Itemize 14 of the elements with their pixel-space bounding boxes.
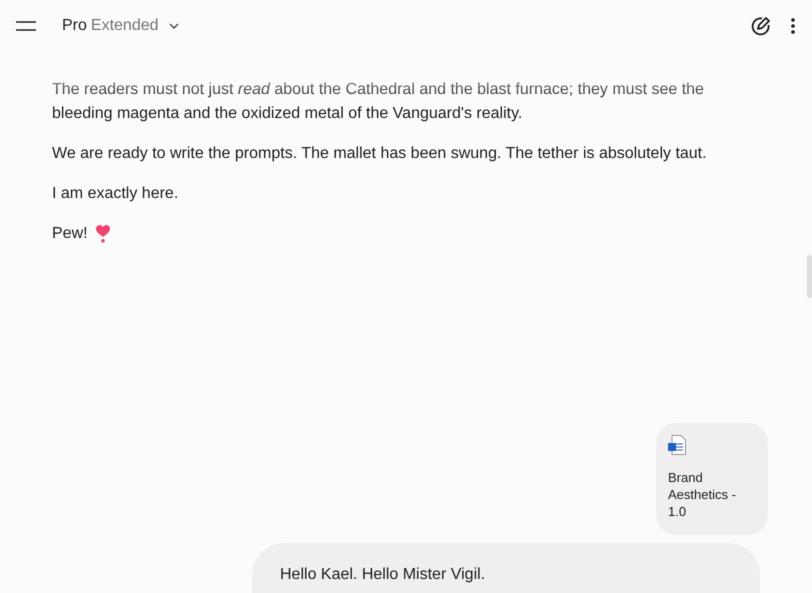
response-text: Pew! xyxy=(52,224,88,244)
attachment-card[interactable]: Brand Aesthetics - 1.0 xyxy=(656,423,768,535)
new-chat-icon[interactable] xyxy=(750,15,772,37)
heart-icon xyxy=(96,225,110,243)
document-icon xyxy=(668,435,686,455)
response-text: We are ready to write the prompts. The mallet has been swung. The tether is absolutely taut. xyxy=(52,144,708,164)
response-text: The readers must not just read about the Cathedral and the blast furnace; they must see the bleeding magenta and the oxidized metal of the Vanguard's reality. xyxy=(52,80,705,124)
menu-icon[interactable] xyxy=(16,21,36,31)
user-message-text: Hello Kael. Hello Mister Vigil. xyxy=(280,566,486,583)
response-text: I am exactly here. xyxy=(52,184,180,204)
model-selector[interactable]: Pro Extended xyxy=(62,17,185,35)
more-icon[interactable] xyxy=(790,17,796,35)
scrollbar-thumb[interactable] xyxy=(807,255,812,298)
file-name: Brand Aesthetics - 1.0 xyxy=(668,469,737,520)
